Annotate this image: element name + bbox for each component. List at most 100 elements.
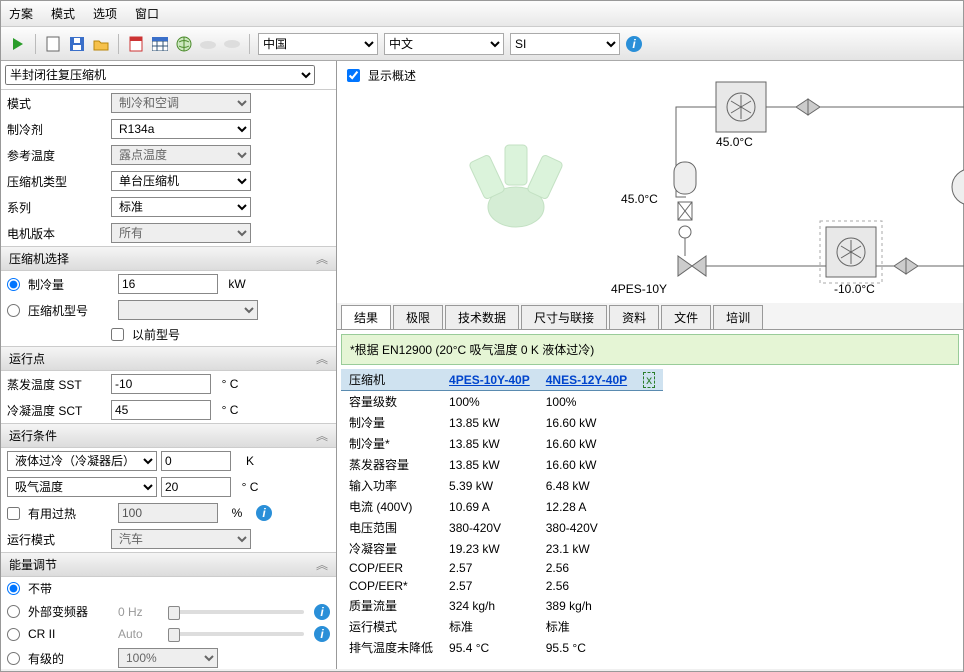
cr-val: Auto	[118, 627, 158, 641]
subcool-input[interactable]	[161, 451, 231, 471]
model-select[interactable]	[118, 300, 258, 320]
subcool-unit: K	[235, 454, 265, 468]
series-select[interactable]: 标准	[111, 197, 251, 217]
series-label: 系列	[7, 199, 107, 216]
cr-slider[interactable]	[168, 632, 304, 636]
link-model1[interactable]: 4PES-10Y-40P	[449, 373, 530, 387]
excel-icon[interactable]: x	[643, 372, 655, 388]
refr-select[interactable]: R134a	[111, 119, 251, 139]
info-icon[interactable]: i	[256, 505, 272, 521]
model-label: 压缩机型号	[28, 302, 114, 319]
sec-oper-pt[interactable]: 运行点︽	[1, 346, 336, 371]
sec-energy[interactable]: 能量调节︽	[1, 552, 336, 577]
ext-slider[interactable]	[168, 610, 304, 614]
product-select[interactable]: 半封闭往复压缩机	[5, 65, 315, 85]
menu-scheme[interactable]: 方案	[9, 5, 33, 22]
step-select[interactable]: 100%	[118, 648, 218, 668]
tab-limits[interactable]: 极限	[393, 305, 443, 329]
toolbar: 中国 中文 SI i	[1, 27, 963, 61]
chevron-up-icon: ︽	[316, 556, 328, 573]
units-select[interactable]: SI	[510, 33, 620, 55]
tab-results[interactable]: 结果	[341, 305, 391, 329]
row-label: 电压范围	[341, 517, 441, 538]
cell: 12.28 A	[538, 496, 635, 517]
reftemp-select[interactable]: 露点温度	[111, 145, 251, 165]
run-icon[interactable]	[9, 35, 27, 53]
country-select[interactable]: 中国	[258, 33, 378, 55]
info-icon[interactable]: i	[314, 604, 330, 620]
cell: 95.4 °C	[441, 637, 538, 658]
row-label: 输入功率	[341, 475, 441, 496]
cr-radio[interactable]	[7, 628, 20, 641]
table-icon[interactable]	[151, 35, 169, 53]
row-label: 制冷量*	[341, 433, 441, 454]
cell: 13.85 kW	[441, 454, 538, 475]
model-radio[interactable]	[7, 304, 20, 317]
ext-label: 外部变频器	[28, 603, 114, 620]
cr-label: CR II	[28, 627, 114, 641]
diag-model: 4PES-10Y	[611, 282, 667, 296]
tab-docs[interactable]: 资料	[609, 305, 659, 329]
old-check[interactable]	[111, 328, 124, 341]
sgt-input[interactable]	[161, 477, 231, 497]
useful-input	[118, 503, 218, 523]
motor-select[interactable]: 所有	[111, 223, 251, 243]
sst-label: 蒸发温度 SST	[7, 376, 107, 393]
ctype-select[interactable]: 单台压缩机	[111, 171, 251, 191]
overview-check[interactable]	[347, 69, 360, 82]
sct-unit: ° C	[215, 403, 245, 417]
info-icon[interactable]: i	[314, 626, 330, 642]
sst-unit: ° C	[215, 377, 245, 391]
chevron-up-icon: ︽	[316, 427, 328, 444]
tab-dims[interactable]: 尺寸与联接	[521, 305, 607, 329]
cell: 5.39 kW	[441, 475, 538, 496]
ext-radio[interactable]	[7, 605, 20, 618]
globe-icon[interactable]	[175, 35, 193, 53]
info-icon[interactable]: i	[626, 36, 642, 52]
none-label: 不带	[28, 580, 52, 597]
pdf-icon[interactable]	[127, 35, 145, 53]
sst-input[interactable]	[111, 374, 211, 394]
useful-check[interactable]	[7, 507, 20, 520]
sgt-select[interactable]: 吸气温度	[7, 477, 157, 497]
evap-temp: -10.0°C	[834, 282, 875, 296]
cell: 13.85 kW	[441, 433, 538, 454]
row-label: 容量级数	[341, 391, 441, 413]
row-label: 冷凝容量	[341, 538, 441, 559]
runmode-select[interactable]: 汽车	[111, 529, 251, 549]
sec-oper-cond[interactable]: 运行条件︽	[1, 423, 336, 448]
cell: 10.69 A	[441, 496, 538, 517]
cap-label: 制冷量	[28, 276, 114, 293]
tab-train[interactable]: 培训	[713, 305, 763, 329]
link-model2[interactable]: 4NES-12Y-40P	[546, 373, 627, 387]
cell: 380-420V	[538, 517, 635, 538]
new-icon[interactable]	[44, 35, 62, 53]
open-icon[interactable]	[92, 35, 110, 53]
mode-select[interactable]: 制冷和空调	[111, 93, 251, 113]
save-icon[interactable]	[68, 35, 86, 53]
tab-tech[interactable]: 技术数据	[445, 305, 519, 329]
reftemp-label: 参考温度	[7, 147, 107, 164]
cap-radio[interactable]	[7, 278, 20, 291]
menu-window[interactable]: 窗口	[135, 5, 159, 22]
sct-input[interactable]	[111, 400, 211, 420]
cell: 100%	[441, 391, 538, 413]
cell: 16.60 kW	[538, 454, 635, 475]
cell: 324 kg/h	[441, 595, 538, 616]
cell: 2.57	[441, 559, 538, 577]
step-radio[interactable]	[7, 652, 20, 665]
chevron-up-icon: ︽	[316, 350, 328, 367]
none-radio[interactable]	[7, 582, 20, 595]
lang-select[interactable]: 中文	[384, 33, 504, 55]
cell: 19.23 kW	[441, 538, 538, 559]
menu-options[interactable]: 选项	[93, 5, 117, 22]
cell: 95.5 °C	[538, 637, 635, 658]
tab-files[interactable]: 文件	[661, 305, 711, 329]
menu-mode[interactable]: 模式	[51, 5, 75, 22]
refr-label: 制冷剂	[7, 121, 107, 138]
sec-comp-sel[interactable]: 压缩机选择︽	[1, 246, 336, 271]
cap-input[interactable]	[118, 274, 218, 294]
row-label: 质量流量	[341, 595, 441, 616]
subcool-select[interactable]: 液体过冷（冷凝器后）	[7, 451, 157, 471]
row-label: 制冷量	[341, 412, 441, 433]
